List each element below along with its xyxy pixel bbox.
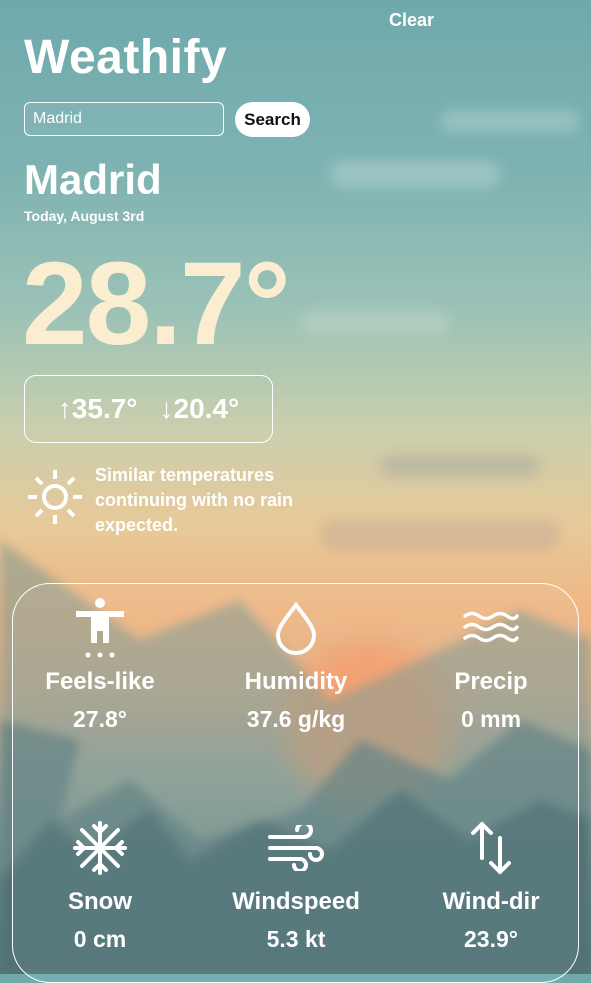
metric-label: Feels-like xyxy=(45,668,155,695)
metric-humidity: Humidity 37.6 g/kg xyxy=(206,598,386,733)
metric-precip: Precip 0 mm xyxy=(401,598,581,733)
metric-label: Wind-dir xyxy=(442,888,540,915)
forecast-summary: Similar temperatures continuing with no … xyxy=(95,465,293,535)
metric-value: 5.3 kt xyxy=(266,926,326,952)
metric-windspeed: Windspeed 5.3 kt xyxy=(206,818,386,953)
metric-label: Snow xyxy=(68,888,132,915)
waves-icon xyxy=(463,611,519,643)
metric-value: 23.9° xyxy=(464,926,518,952)
app-title: Weathify xyxy=(24,31,228,84)
droplet-icon xyxy=(275,601,317,655)
high-temperature: ↑35.7° xyxy=(57,393,138,424)
high-low-box: ↑35.7° ↓20.4° xyxy=(24,375,273,443)
metric-value: 37.6 g/kg xyxy=(246,706,346,732)
wind-icon xyxy=(268,825,324,871)
clear-button[interactable]: Clear xyxy=(389,10,434,31)
search-input[interactable] xyxy=(24,102,224,136)
metric-label: Windspeed xyxy=(232,888,360,915)
date-label: Today, August 3rd xyxy=(24,208,145,224)
person-icon xyxy=(76,598,124,658)
metric-feels-like: Feels-like 27.8° xyxy=(10,598,190,733)
metric-label: Precip xyxy=(454,668,528,695)
metric-label: Humidity xyxy=(244,668,348,695)
snowflake-icon xyxy=(73,821,127,875)
metric-snow: Snow 0 cm xyxy=(10,818,190,953)
low-temperature: ↓20.4° xyxy=(159,393,240,424)
arrows-updown-icon xyxy=(471,822,511,874)
sun-icon xyxy=(28,470,82,524)
search-button[interactable]: Search xyxy=(235,102,310,137)
metric-value: 27.8° xyxy=(73,706,127,732)
metric-value: 0 cm xyxy=(73,926,127,952)
city-name: Madrid xyxy=(24,156,162,203)
metric-wind-dir: Wind-dir 23.9° xyxy=(401,818,581,953)
metric-value: 0 mm xyxy=(460,706,522,732)
current-temperature: 28.7° xyxy=(22,238,291,370)
